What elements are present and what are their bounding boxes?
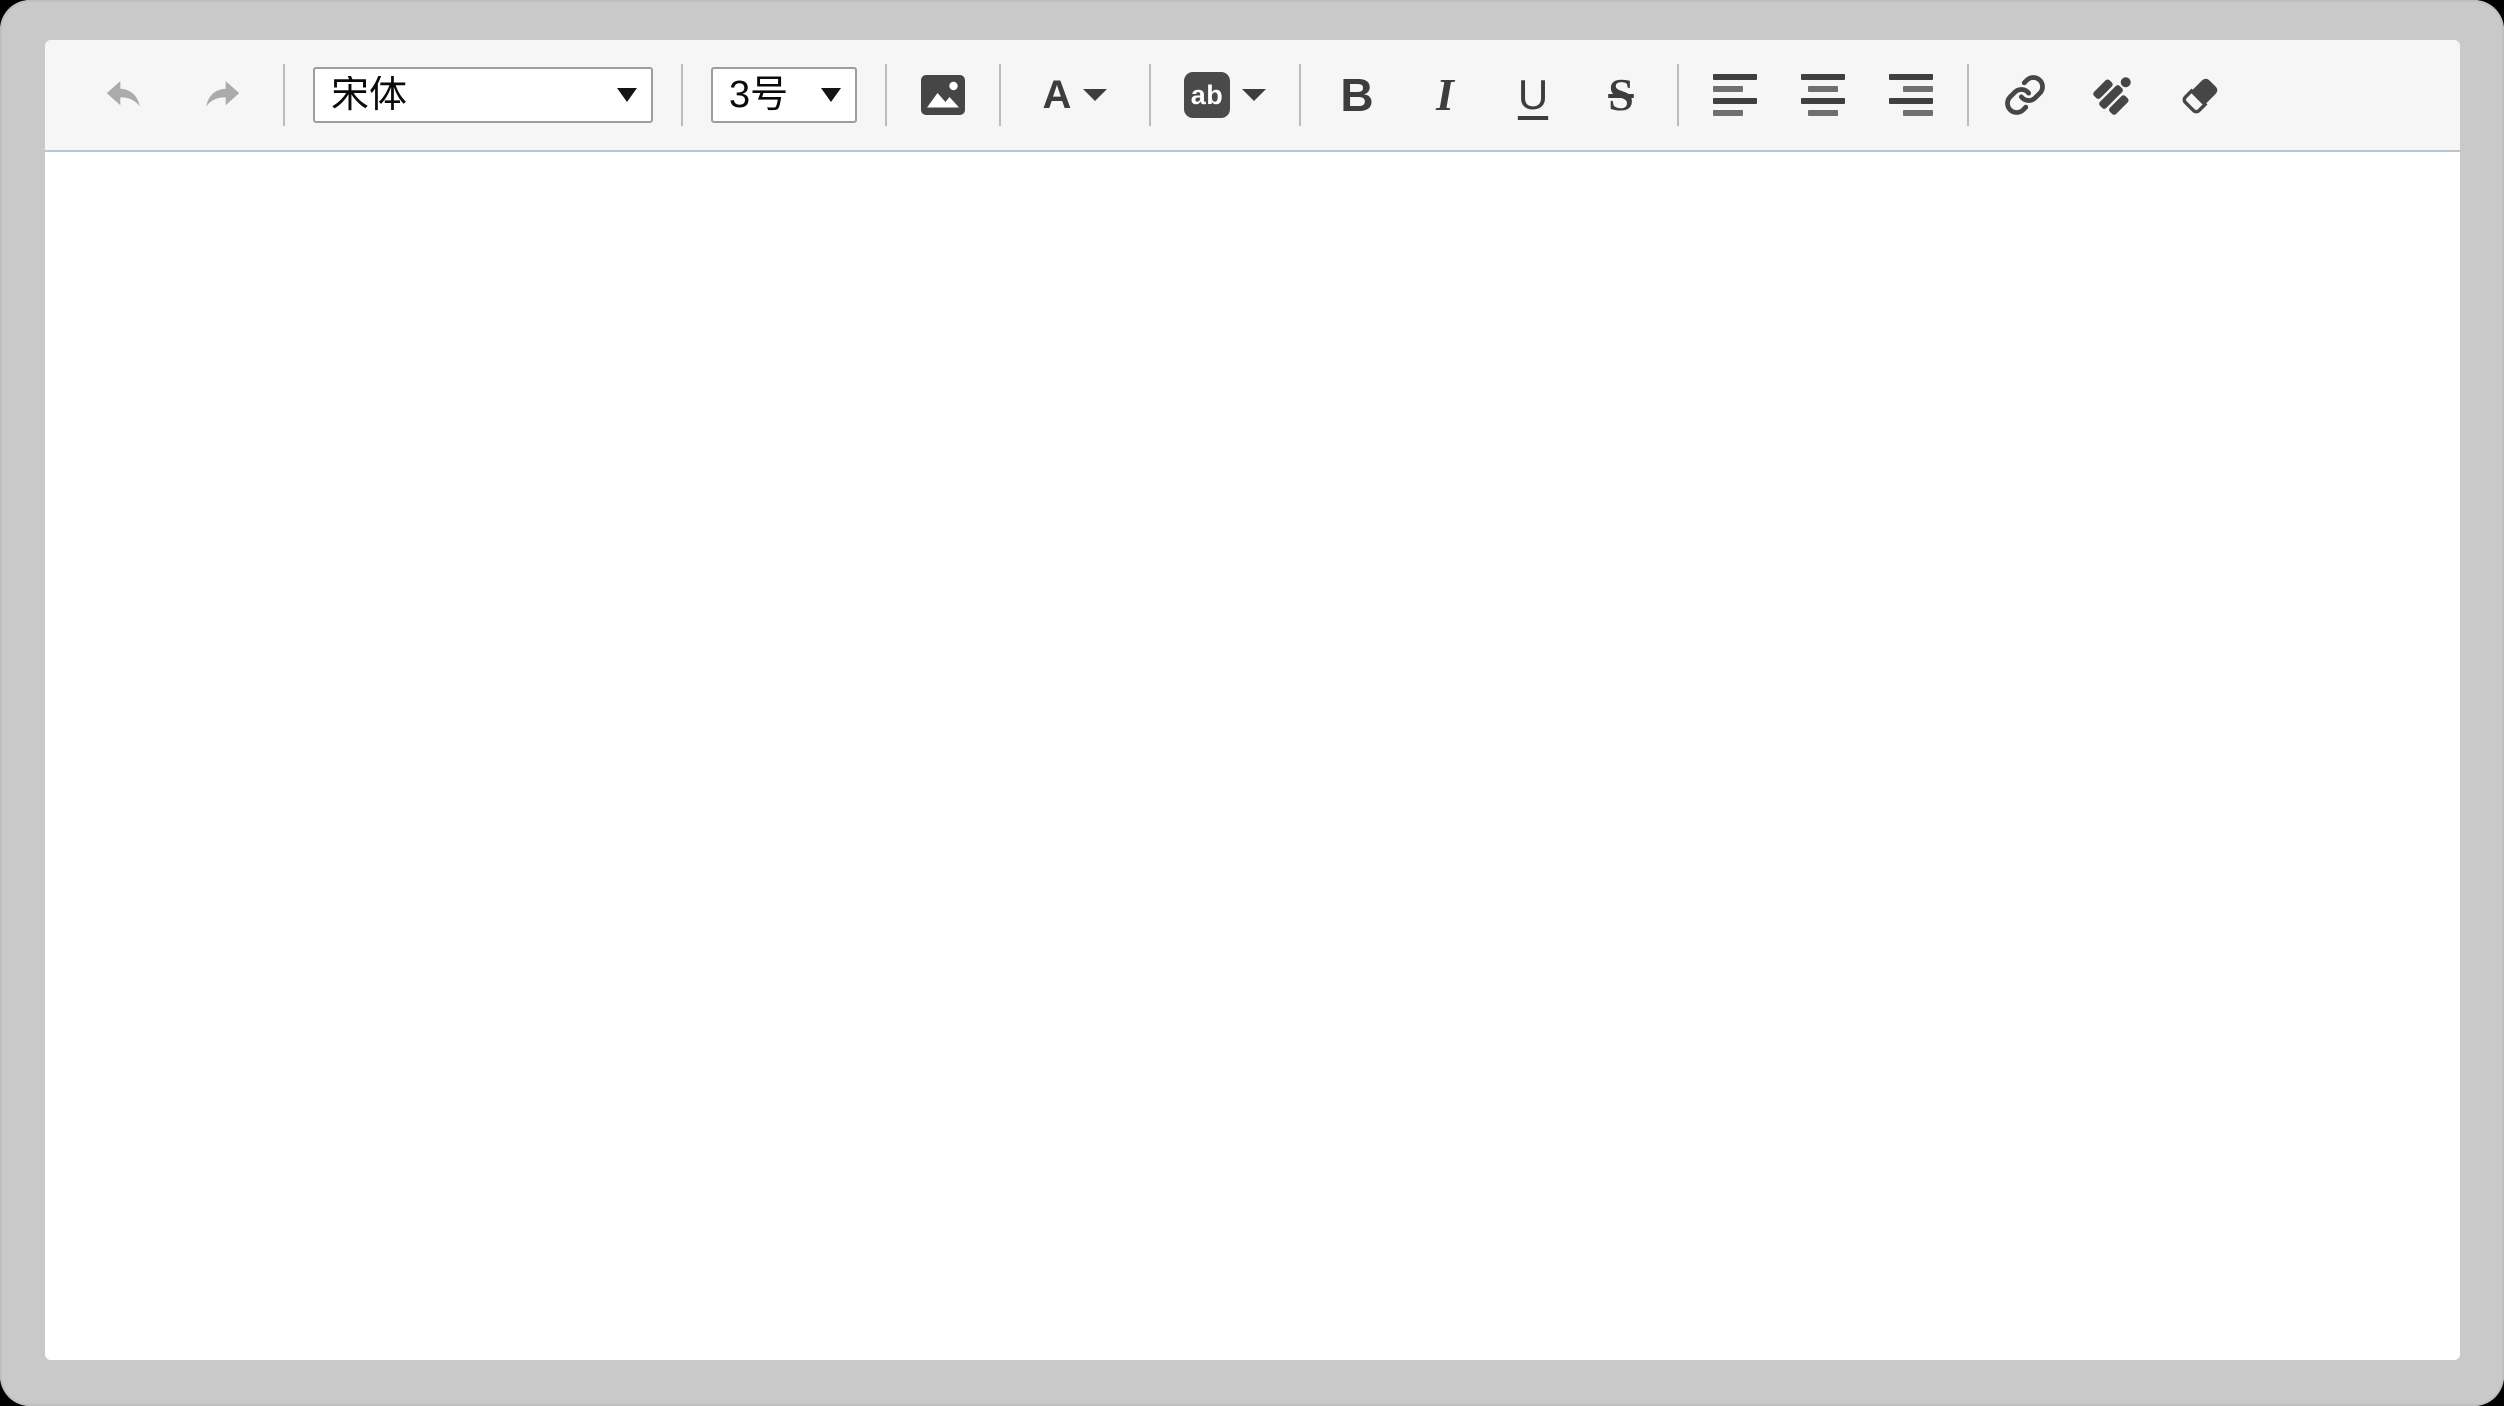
caret-down-icon	[617, 88, 637, 102]
italic-button[interactable]: I	[1421, 53, 1469, 137]
font-color-letter: A	[1043, 75, 1072, 115]
font-family-select[interactable]: 宋体	[313, 67, 653, 123]
underline-button[interactable]: U	[1509, 53, 1557, 137]
screenshot-stage: 宋体 3号	[0, 0, 2504, 1406]
align-right-button[interactable]	[1887, 53, 1935, 137]
strikethrough-button[interactable]: S	[1597, 53, 1645, 137]
redo-icon	[199, 73, 245, 117]
toolbar-divider	[1299, 64, 1301, 126]
image-icon	[920, 74, 966, 116]
toolbar-divider	[283, 64, 285, 126]
editor-content[interactable]	[45, 152, 2460, 1360]
toolbar-divider	[1149, 64, 1151, 126]
font-size-value: 3号	[729, 76, 788, 114]
strikethrough-label: S	[1608, 72, 1634, 118]
caret-down-icon	[1242, 89, 1266, 101]
toolbar-divider	[1967, 64, 1969, 126]
font-color-button[interactable]: A	[1033, 53, 1117, 137]
toolbar-divider	[999, 64, 1001, 126]
align-right-icon	[1889, 74, 1933, 116]
bold-button[interactable]: B	[1333, 53, 1381, 137]
align-left-icon	[1713, 74, 1757, 116]
toolbar-divider	[681, 64, 683, 126]
font-family-value: 宋体	[331, 76, 407, 114]
eraser-icon	[2178, 72, 2224, 118]
highlight-chip-label: ab	[1191, 82, 1224, 109]
align-center-button[interactable]	[1799, 53, 1847, 137]
highlight-chip-icon: ab	[1184, 72, 1230, 118]
font-size-select[interactable]: 3号	[711, 67, 857, 123]
align-center-icon	[1801, 74, 1845, 116]
rich-text-editor: 宋体 3号	[45, 40, 2460, 1360]
bold-label: B	[1340, 72, 1373, 118]
editor-toolbar: 宋体 3号	[45, 40, 2460, 152]
caret-down-icon	[821, 88, 841, 102]
link-icon	[2003, 73, 2047, 117]
align-left-button[interactable]	[1711, 53, 1759, 137]
highlight-color-button[interactable]: ab	[1183, 53, 1267, 137]
format-brush-icon	[2089, 71, 2137, 119]
redo-button[interactable]	[198, 53, 246, 137]
italic-label: I	[1436, 72, 1454, 118]
underline-label: U	[1518, 74, 1548, 116]
toolbar-divider	[885, 64, 887, 126]
undo-icon	[101, 73, 147, 117]
clear-format-button[interactable]	[2177, 53, 2225, 137]
insert-image-button[interactable]	[919, 53, 967, 137]
undo-button[interactable]	[100, 53, 148, 137]
caret-down-icon	[1083, 89, 1107, 101]
format-brush-button[interactable]	[2089, 53, 2137, 137]
insert-link-button[interactable]	[2001, 53, 2049, 137]
editor-window-frame: 宋体 3号	[0, 0, 2504, 1406]
toolbar-divider	[1677, 64, 1679, 126]
